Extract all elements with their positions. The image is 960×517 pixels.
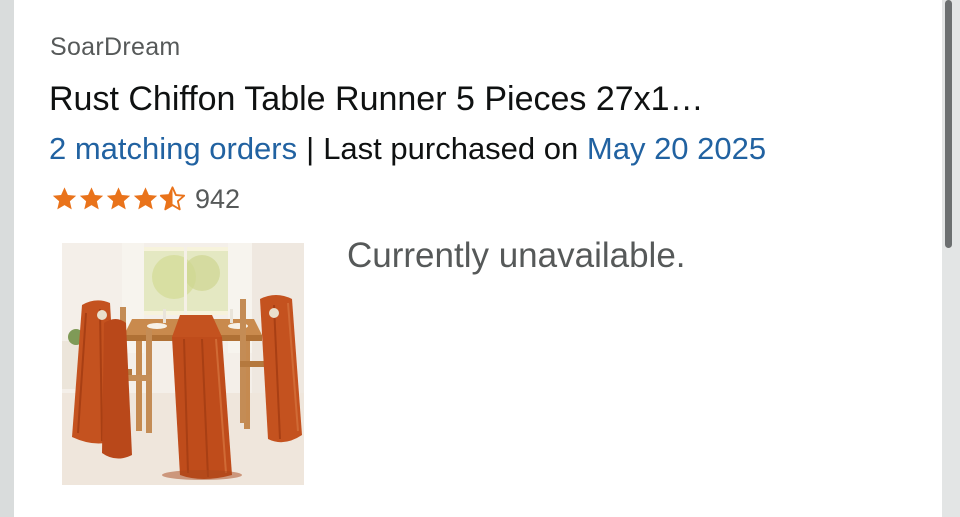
rating-count[interactable]: 942 — [195, 184, 240, 215]
product-title[interactable]: Rust Chiffon Table Runner 5 Pieces 27x1… — [49, 80, 909, 119]
star-filled-icon — [52, 187, 77, 210]
star-filled-icon — [133, 187, 158, 210]
last-purchased-label: Last purchased on — [323, 131, 579, 166]
last-purchased-date-link[interactable]: May 20 2025 — [587, 131, 766, 166]
order-info-line: 2 matching orders | Last purchased on May … — [49, 131, 766, 167]
star-filled-icon — [106, 187, 131, 210]
separator: | — [306, 131, 315, 166]
star-rating — [50, 185, 186, 213]
scrollbar-thumb[interactable] — [945, 0, 952, 248]
product-image[interactable] — [62, 243, 304, 485]
matching-orders-link[interactable]: 2 matching orders — [49, 131, 297, 166]
rating-row[interactable]: 942 — [50, 182, 240, 216]
star-filled-icon — [79, 187, 104, 210]
brand-name: SoarDream — [50, 33, 181, 61]
star-half-icon — [159, 186, 186, 211]
availability-status: Currently unavailable. — [347, 236, 686, 275]
table-runner-photo — [62, 243, 304, 485]
